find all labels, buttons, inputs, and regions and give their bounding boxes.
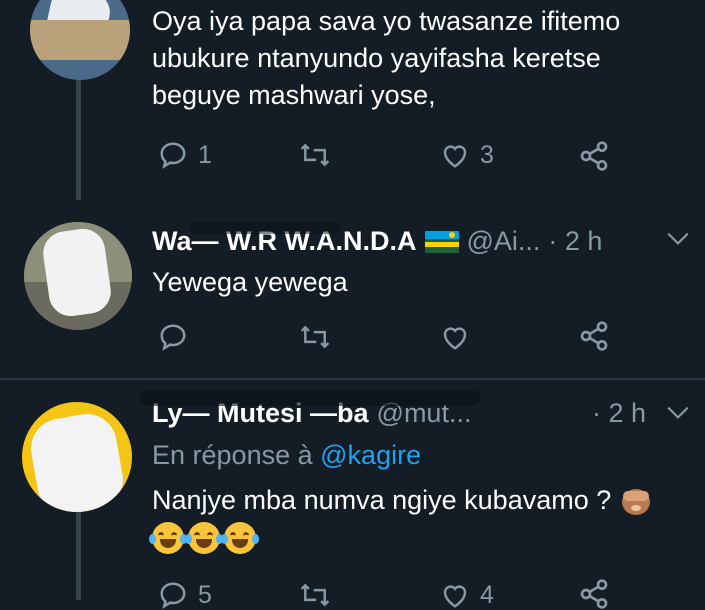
chevron-down-icon[interactable] xyxy=(665,230,691,248)
tweet-text: Yewega yewega xyxy=(152,267,348,297)
heart-icon xyxy=(443,145,467,168)
reply-prefix: En réponse à xyxy=(152,440,313,470)
redaction-scribble xyxy=(140,390,480,406)
chevron-down-icon[interactable] xyxy=(665,404,691,422)
thread-line xyxy=(76,60,81,200)
like-button[interactable]: 4 xyxy=(440,580,494,610)
share-icon xyxy=(580,321,608,351)
heart-icon xyxy=(443,327,467,350)
reply-count: 5 xyxy=(198,580,212,609)
handle[interactable]: @Ai... xyxy=(467,226,541,257)
avatar[interactable] xyxy=(24,222,132,330)
share-button[interactable] xyxy=(578,320,610,352)
timestamp[interactable]: · 2 h xyxy=(592,398,646,429)
tweet-text: Nanjye mba numva ngiye kubavamo ? xyxy=(152,485,612,515)
retweet-icon xyxy=(300,325,330,349)
reply-count: 1 xyxy=(198,140,212,169)
reply-button[interactable] xyxy=(158,322,188,352)
like-count: 4 xyxy=(480,580,494,609)
share-icon xyxy=(580,141,608,171)
reply-icon xyxy=(160,324,186,351)
laughing-face-icon xyxy=(149,522,187,554)
reply-button[interactable]: 5 xyxy=(158,580,212,610)
like-count: 3 xyxy=(480,140,494,169)
thread-line xyxy=(76,508,81,600)
avatar[interactable] xyxy=(22,402,132,512)
retweet-icon xyxy=(300,143,330,167)
like-button[interactable]: 3 xyxy=(440,140,494,170)
avatar[interactable] xyxy=(30,0,130,80)
share-icon xyxy=(580,579,608,609)
like-button[interactable] xyxy=(440,322,470,352)
see-no-evil-monkey-icon xyxy=(619,485,653,517)
tweet-text: Oya iya papa sava yo twasanze ifitemo ub… xyxy=(152,6,621,110)
share-button[interactable] xyxy=(578,140,610,172)
rwanda-flag-icon xyxy=(424,230,459,253)
reply-context: En réponse à @kagire xyxy=(152,440,421,471)
redaction-scribble xyxy=(190,222,340,234)
retweet-button[interactable] xyxy=(298,140,332,170)
timestamp[interactable]: · 2 h xyxy=(548,226,602,257)
retweet-button[interactable] xyxy=(298,322,332,352)
reply-button[interactable]: 1 xyxy=(158,140,212,170)
share-button[interactable] xyxy=(578,578,610,610)
laughing-face-icon xyxy=(221,522,259,554)
reply-to-mention[interactable]: @kagire xyxy=(320,440,421,470)
reply-icon xyxy=(160,582,186,609)
heart-icon xyxy=(443,585,467,608)
retweet-button[interactable] xyxy=(298,580,332,610)
emoji-row xyxy=(149,522,259,554)
laughing-face-icon xyxy=(185,522,223,554)
tweet-divider xyxy=(0,378,705,380)
reply-icon xyxy=(160,142,186,169)
retweet-icon xyxy=(300,583,330,607)
